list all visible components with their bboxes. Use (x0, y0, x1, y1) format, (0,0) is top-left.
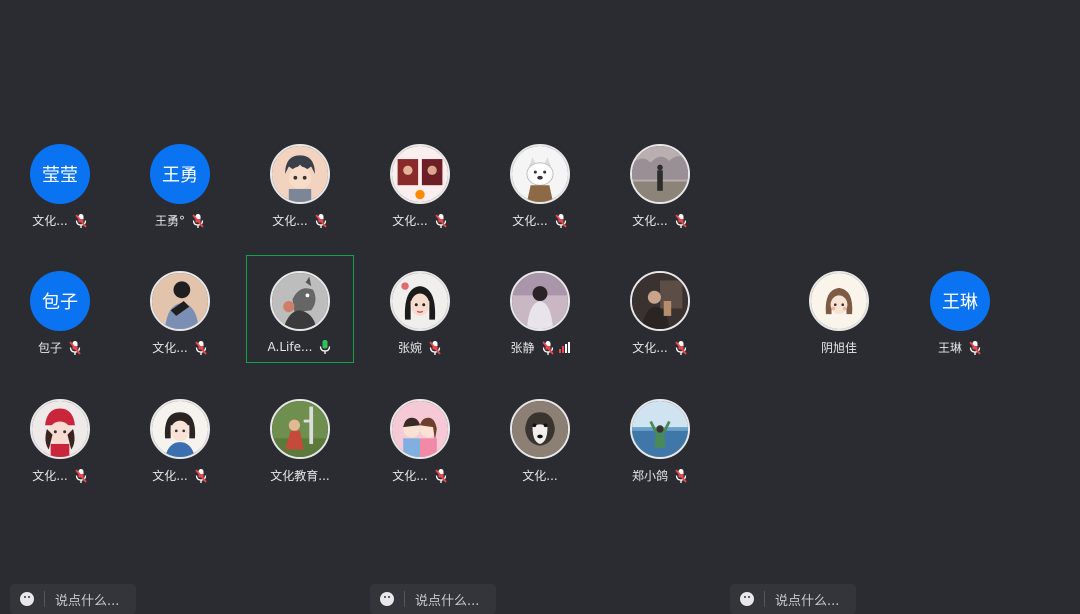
divider (44, 591, 45, 607)
white-dog-cartoon-avatar-icon (510, 144, 570, 204)
participant-tile[interactable]: 文化... (600, 130, 720, 250)
mic-muted-icon (74, 213, 88, 229)
participant-name: 文化... (32, 469, 68, 483)
girl-sketch-avatar-icon (809, 271, 869, 331)
chat-input[interactable]: 说点什么... (730, 584, 856, 614)
chat-input[interactable]: 说点什么... (10, 584, 136, 614)
participant-name: 文化... (32, 214, 68, 228)
participant-name: 文化... (152, 341, 188, 355)
mic-muted-icon (434, 468, 448, 484)
mic-muted-icon (674, 340, 688, 356)
mic-muted-icon (968, 340, 982, 356)
sea-person-avatar-icon (630, 399, 690, 459)
participant-name: 文化... (392, 214, 428, 228)
collage-photo-avatar-icon (390, 144, 450, 204)
avatar: 王琳 (930, 271, 990, 331)
participant-name: 文化教育... (270, 469, 330, 483)
chat-placeholder: 说点什么... (775, 593, 840, 609)
mic-muted-icon (314, 213, 328, 229)
participant-tile[interactable]: 文化... (240, 130, 360, 250)
avatar: 莹莹 (30, 144, 90, 204)
child-outdoor-avatar-icon (270, 399, 330, 459)
participant-tile[interactable]: 阴旭佳 (779, 257, 899, 377)
mic-on-icon (318, 339, 332, 355)
participant-name: 王勇° (154, 214, 185, 228)
participant-tile[interactable]: 郑小鸽 (600, 385, 720, 505)
wolf-cartoon-avatar-icon (270, 271, 330, 331)
avatar: 王勇 (150, 144, 210, 204)
avatar-initials: 王勇 (162, 165, 198, 186)
outdoor-person-avatar-icon (630, 144, 690, 204)
husky-dog-avatar-icon (510, 399, 570, 459)
dark-photo-avatar-icon (630, 271, 690, 331)
person-silhouette-avatar-icon (150, 271, 210, 331)
mic-muted-icon (428, 340, 442, 356)
avatar-initials: 包子 (42, 292, 78, 313)
mic-muted-icon (74, 468, 88, 484)
participant-tile[interactable]: 王琳 王琳 (900, 257, 1020, 377)
emoji-icon[interactable] (380, 592, 394, 606)
chat-placeholder: 说点什么... (55, 593, 120, 609)
mic-muted-icon (554, 213, 568, 229)
girl-photo-avatar-icon (510, 271, 570, 331)
network-signal-icon (558, 342, 570, 353)
participant-tile[interactable]: 文化... (120, 385, 240, 505)
mic-muted-icon (434, 213, 448, 229)
participant-tile[interactable]: 文化... (120, 257, 240, 377)
participant-tile-active-speaker[interactable]: A.Life... (246, 255, 370, 377)
participant-name: 文化... (152, 469, 188, 483)
participant-tile[interactable]: 文化教育... (240, 385, 360, 505)
mic-muted-icon (194, 340, 208, 356)
divider (764, 591, 765, 607)
participant-tile[interactable]: 文化... (480, 385, 600, 505)
participant-name: 文化... (392, 469, 428, 483)
participant-name: 王琳 (937, 341, 962, 355)
mic-muted-icon (194, 468, 208, 484)
chat-placeholder: 说点什么... (415, 593, 480, 609)
couple-cartoon-avatar-icon (390, 399, 450, 459)
participant-name: 文化... (632, 341, 668, 355)
girl-red-hat-avatar-icon (30, 399, 90, 459)
divider (404, 591, 405, 607)
participant-name: 阴旭佳 (820, 341, 857, 355)
participant-tile[interactable]: 张婉 (360, 257, 480, 377)
emoji-icon[interactable] (740, 592, 754, 606)
participant-name: 文化... (522, 469, 558, 483)
avatar-initials: 王琳 (942, 292, 978, 313)
participant-name: A.Life... (267, 340, 313, 354)
participant-tile[interactable]: 文化... (360, 385, 480, 505)
boy-cartoon-avatar-icon (270, 144, 330, 204)
girl-cartoon-avatar-icon (390, 271, 450, 331)
participant-name: 张婉 (397, 341, 422, 355)
mic-muted-icon (68, 340, 82, 356)
girl-illustration-avatar-icon (150, 399, 210, 459)
participant-tile[interactable]: 文化... (480, 130, 600, 250)
participant-name: 张静 (510, 341, 535, 355)
participant-name: 文化... (632, 214, 668, 228)
participant-name: 包子 (37, 341, 62, 355)
participant-name: 郑小鸽 (631, 469, 668, 483)
mic-muted-icon (674, 213, 688, 229)
participant-tile[interactable]: 张静 (480, 257, 600, 377)
participant-tile[interactable]: 文化... (600, 257, 720, 377)
mic-muted-icon (191, 213, 205, 229)
participant-name: 文化... (272, 214, 308, 228)
avatar: 包子 (30, 271, 90, 331)
participant-tile[interactable]: 包子 包子 (0, 257, 120, 377)
participant-tile[interactable]: 莹莹 文化... (0, 130, 120, 250)
participant-name: 文化... (512, 214, 548, 228)
participant-tile[interactable]: 王勇 王勇° (120, 130, 240, 250)
mic-muted-icon (541, 340, 555, 356)
participant-tile[interactable]: 文化... (0, 385, 120, 505)
participant-tile[interactable]: 文化... (360, 130, 480, 250)
chat-input[interactable]: 说点什么... (370, 584, 496, 614)
mic-muted-icon (674, 468, 688, 484)
avatar-initials: 莹莹 (42, 165, 78, 186)
emoji-icon[interactable] (20, 592, 34, 606)
